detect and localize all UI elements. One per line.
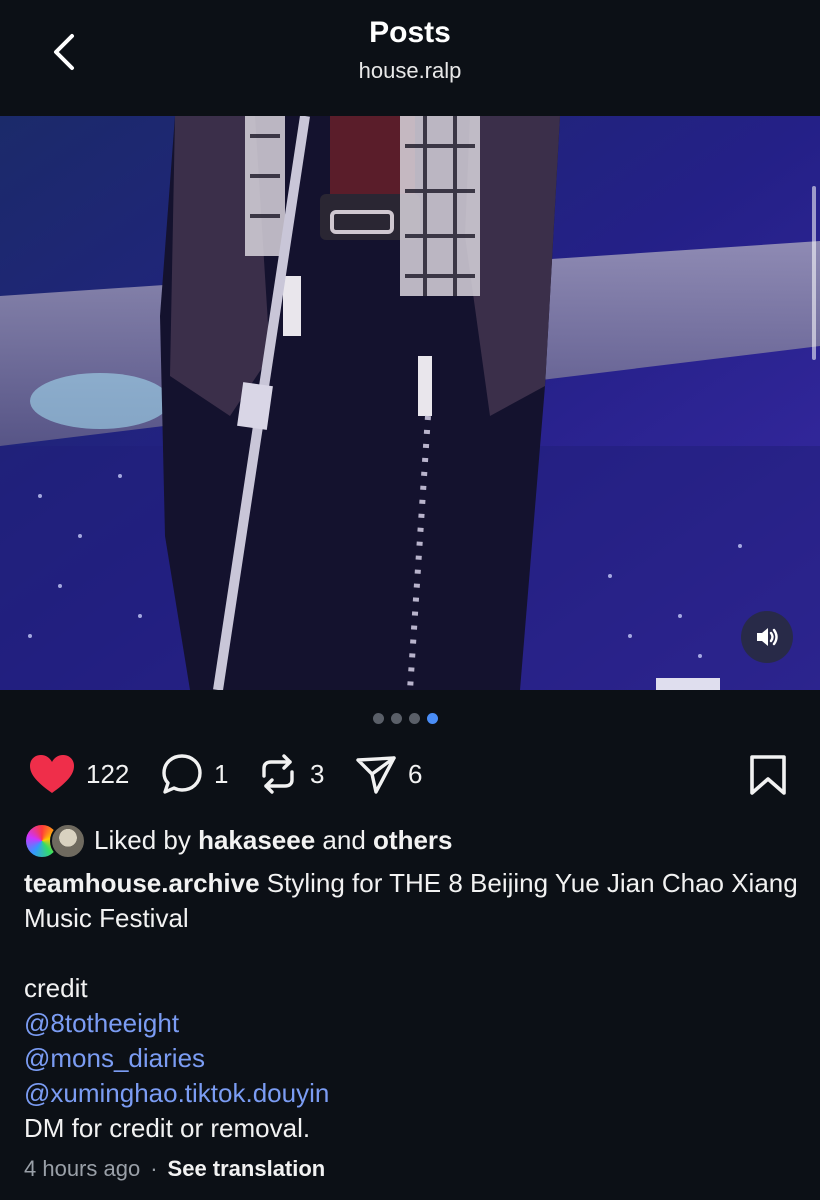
- carousel-dot-active: [427, 713, 438, 724]
- liked-by-row[interactable]: Liked by hakaseee and others: [24, 822, 453, 859]
- liker-avatars: [24, 823, 86, 859]
- like-count: 122: [86, 758, 130, 789]
- like-button[interactable]: 122: [28, 748, 129, 800]
- liked-by-user[interactable]: hakaseee: [198, 825, 315, 856]
- see-translation-link[interactable]: See translation: [168, 1156, 326, 1182]
- carousel-dot: [373, 713, 384, 724]
- post-timestamp: 4 hours ago: [24, 1156, 141, 1181]
- mention-link[interactable]: @xuminghao.tiktok.douyin: [24, 1076, 804, 1111]
- mention-link[interactable]: @8totheeight: [24, 1006, 804, 1041]
- meta-separator: ·: [150, 1156, 158, 1181]
- share-button[interactable]: 6: [354, 748, 422, 800]
- carousel-indicator: [373, 713, 438, 725]
- liked-by-others[interactable]: others: [373, 825, 452, 856]
- credit-label: credit: [24, 973, 88, 1003]
- avatar: [50, 823, 86, 859]
- repost-count: 3: [310, 758, 325, 789]
- send-icon: [356, 756, 396, 794]
- mention-link[interactable]: @mons_diaries: [24, 1041, 804, 1076]
- caption-footer: DM for credit or removal.: [24, 1113, 311, 1143]
- sound-toggle-button[interactable]: [741, 611, 793, 663]
- page-subtitle: house.ralp: [358, 58, 462, 83]
- media-scroll-indicator: [812, 186, 816, 360]
- comment-button[interactable]: 1: [160, 748, 228, 800]
- bookmark-icon: [750, 755, 786, 795]
- action-bar: 122 1 3 6: [28, 748, 798, 800]
- liked-by-and: and: [322, 824, 366, 855]
- repost-button[interactable]: 3: [256, 748, 324, 800]
- carousel-dot: [409, 713, 420, 724]
- page-title: Posts: [369, 16, 451, 49]
- post-caption: teamhouse.archive Styling for THE 8 Beij…: [24, 866, 804, 1146]
- comment-icon: [162, 754, 202, 794]
- post-media[interactable]: [0, 116, 820, 690]
- speaker-icon: [757, 628, 778, 646]
- share-count: 6: [408, 758, 423, 789]
- video-frame: [0, 116, 820, 690]
- liked-by-prefix: Liked by: [94, 824, 191, 855]
- comment-count: 1: [214, 758, 229, 789]
- post-meta: 4 hours ago · See translation: [24, 1156, 325, 1182]
- bookmark-button[interactable]: [748, 754, 788, 801]
- caption-username[interactable]: teamhouse.archive: [24, 868, 260, 898]
- top-bar: Posts house.ralp: [0, 0, 820, 112]
- heart-icon: [30, 755, 74, 793]
- repost-icon: [262, 754, 294, 794]
- carousel-dot: [391, 713, 402, 724]
